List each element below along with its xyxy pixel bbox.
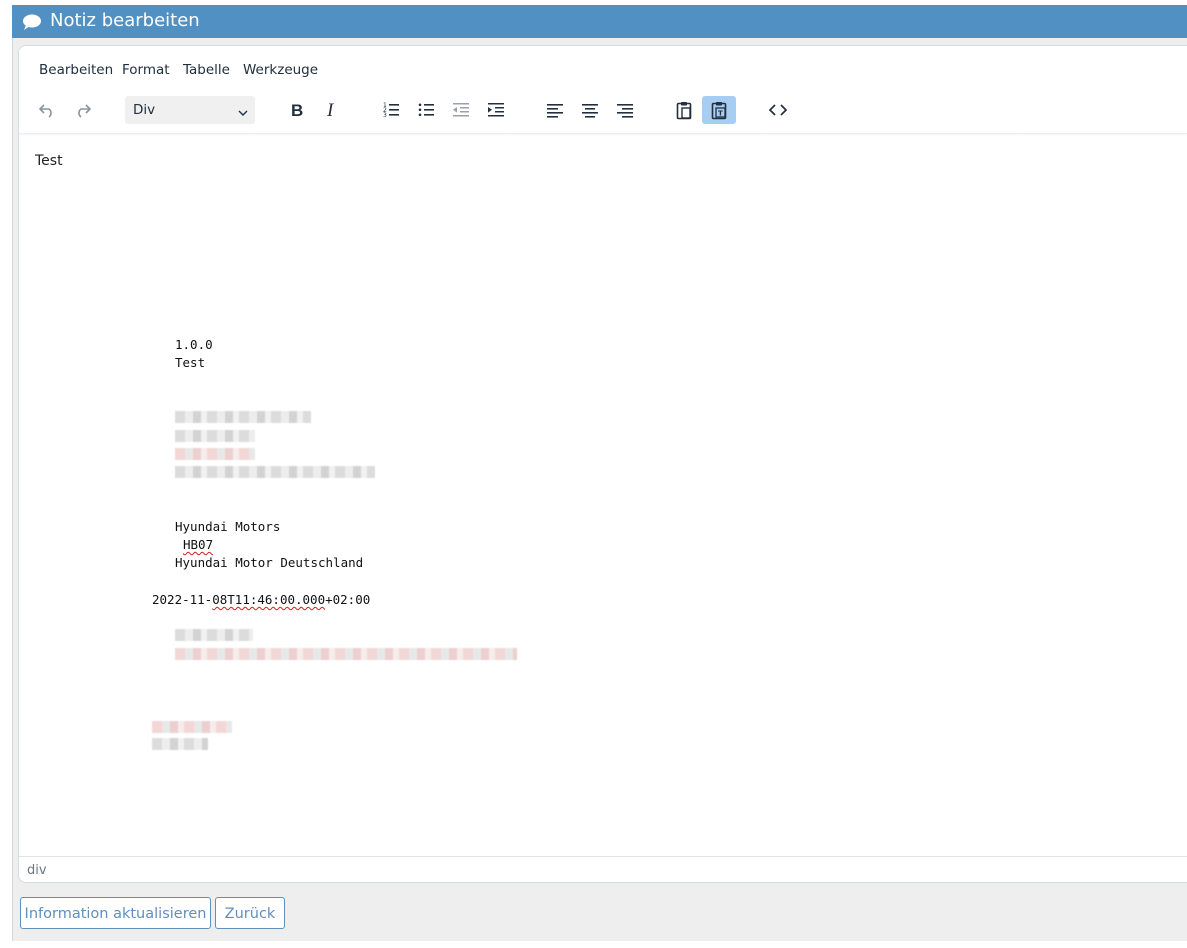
- timestamp-suffix: +02:00: [325, 592, 371, 607]
- timestamp-prefix: 2022-11-: [152, 592, 213, 607]
- redo-button[interactable]: [68, 96, 98, 124]
- content-first-line: Test: [35, 153, 63, 169]
- update-information-button[interactable]: Information aktualisieren: [20, 897, 211, 929]
- dialog-title: Notiz bearbeiten: [50, 10, 200, 31]
- ordered-list-button[interactable]: 123: [376, 96, 406, 124]
- bold-button[interactable]: B: [282, 96, 312, 124]
- chevron-down-icon: [237, 104, 249, 123]
- content-version-label: Test: [175, 355, 206, 370]
- source-code-button[interactable]: [763, 96, 793, 124]
- svg-text:3: 3: [383, 112, 387, 119]
- content-division: Hyundai Motor Deutschland: [175, 555, 364, 570]
- dialog-titlebar: Notiz bearbeiten: [12, 5, 1187, 38]
- svg-text:B: B: [291, 101, 303, 120]
- ordered-list-icon: 123: [383, 102, 399, 119]
- content-version: 1.0.0: [175, 337, 213, 352]
- content-code: HB07: [183, 537, 214, 552]
- bullet-list-button[interactable]: [411, 96, 441, 124]
- undo-button[interactable]: [32, 96, 62, 124]
- timestamp-misspelled: 08T11:46:00.000: [212, 592, 326, 607]
- undo-icon: [38, 104, 52, 118]
- menu-bearbeiten[interactable]: Bearbeiten: [39, 62, 113, 78]
- indent-icon: [488, 103, 504, 117]
- menu-werkzeuge[interactable]: Werkzeuge: [243, 62, 318, 78]
- back-button[interactable]: Zurück: [215, 897, 285, 929]
- paste-as-text-button[interactable]: T: [702, 96, 736, 124]
- outdent-icon: [453, 103, 469, 117]
- align-right-button[interactable]: [610, 96, 640, 124]
- paste-icon: [676, 102, 692, 120]
- align-left-button[interactable]: [540, 96, 570, 124]
- align-left-icon: [547, 104, 563, 118]
- paste-button[interactable]: [669, 96, 699, 124]
- menu-tabelle[interactable]: Tabelle: [183, 62, 230, 78]
- indent-button[interactable]: [481, 96, 511, 124]
- svg-text:T: T: [718, 110, 723, 118]
- bullet-list-icon: [418, 103, 434, 117]
- align-right-icon: [617, 104, 633, 118]
- align-center-button[interactable]: [575, 96, 605, 124]
- block-format-value: Div: [133, 102, 156, 118]
- content-company: Hyundai Motors: [175, 519, 281, 534]
- source-code-icon: [768, 104, 788, 116]
- status-bar: div: [19, 856, 1187, 882]
- italic-button[interactable]: I: [317, 96, 347, 124]
- outdent-button[interactable]: [446, 96, 476, 124]
- element-path[interactable]: div: [27, 863, 47, 878]
- block-format-select[interactable]: Div: [125, 96, 255, 124]
- speech-bubble-icon: [22, 14, 42, 30]
- bold-icon: B: [291, 101, 303, 120]
- paste-as-text-icon: T: [711, 102, 727, 120]
- svg-text:I: I: [326, 100, 335, 120]
- redo-icon: [78, 104, 92, 118]
- align-center-icon: [582, 104, 598, 118]
- italic-icon: I: [326, 100, 335, 120]
- menu-format[interactable]: Format: [122, 62, 170, 78]
- content-timestamp: 2022-11-08T11:46:00.000+02:00: [152, 591, 370, 609]
